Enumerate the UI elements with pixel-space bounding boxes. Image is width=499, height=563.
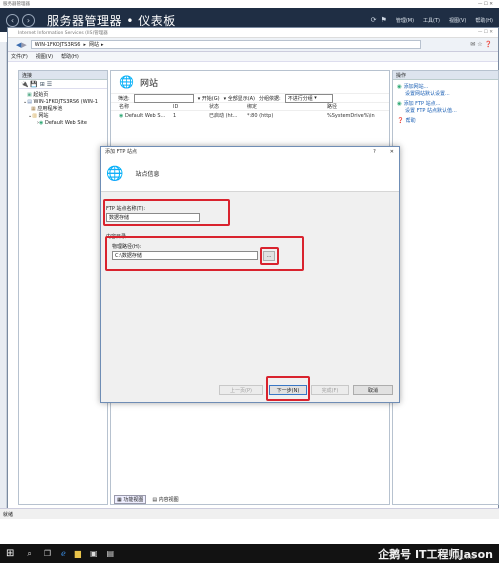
add-ftp-site-dialog: 添加 FTP 站点 ? ✕ 🌐 站点信息 FTP 站点名称(T): 数据存储 内… <box>100 146 400 403</box>
back-button[interactable]: ‹ <box>6 13 19 27</box>
toolbar-icons[interactable]: ✉ ☆ ❓ <box>470 41 492 48</box>
taskbar: ⊞ ⌕ ❐ ℯ ▆ ▣ ▤ 企鹅号 IT工程师Jason <box>0 544 499 563</box>
server-manager-icon[interactable]: ▣ <box>90 549 98 558</box>
action-add-site[interactable]: ◉ 添加网站... <box>397 83 494 91</box>
menu-help-iis[interactable]: 帮助(H) <box>61 53 79 60</box>
sites-table-header: 名称 ID 状态 绑定 路径 <box>111 103 389 111</box>
highlight-next <box>266 376 310 401</box>
menu-view[interactable]: 视图(V) <box>449 17 466 24</box>
tree-app-pools[interactable]: ▦ 应用程序池 <box>21 105 105 113</box>
connections-pane: 连接 🔌 💾 ⊞ ☰ ▣ 起始页 ⌄ ▤ WIN-1FKOJTS3RS6 (WI… <box>18 70 108 505</box>
sites-header: 🌐 网站 <box>111 71 389 93</box>
action-help[interactable]: ❓ 帮助 <box>397 117 494 125</box>
search-icon[interactable]: ⌕ <box>27 549 31 559</box>
iis-window-controls[interactable]: — ☐ ✕ <box>478 30 493 35</box>
iis-title: Internet Information Services (IIS)管理器 <box>18 30 108 36</box>
windows-start-icon[interactable]: ⊞ <box>6 548 14 559</box>
flag-icon[interactable]: ⚑ <box>381 16 387 24</box>
col-path[interactable]: 路径 <box>327 103 337 110</box>
sm-breadcrumb: 服务器管理器 • 仪表板 <box>47 13 176 28</box>
view-tabs: ▦ 功能视图 ▤ 内容视图 <box>114 495 179 504</box>
menu-help[interactable]: 帮助(H) <box>475 17 493 24</box>
iis-titlebar: Internet Information Services (IIS)管理器 —… <box>8 28 498 38</box>
tab-content-view[interactable]: ▤ 内容视图 <box>152 496 178 503</box>
col-name[interactable]: 名称 <box>119 103 173 110</box>
action-site-defaults[interactable]: 设置网站默认设置... <box>397 90 494 97</box>
actions-pane: 操作 ◉ 添加网站... 设置网站默认设置... ◉ 添加 FTP 站点... … <box>392 70 499 505</box>
menu-view-iis[interactable]: 视图(V) <box>36 53 53 60</box>
col-id[interactable]: ID <box>173 104 209 110</box>
group-label: 分组依据: <box>259 95 281 102</box>
refresh-icon[interactable]: ⟳ <box>371 16 377 24</box>
explorer-icon[interactable]: ▆ <box>75 549 81 558</box>
cell-binding: *:80 (http) <box>247 112 274 119</box>
tree-start-page[interactable]: ▣ 起始页 <box>21 91 105 99</box>
start-filter-button[interactable]: ▾ 开始(G) <box>198 95 220 102</box>
filter-input[interactable] <box>133 93 194 103</box>
address-bar: ◀ ▶ WIN-1FKOJTS3RS6 ▸ 网站 ▸ ✉ ☆ ❓ <box>8 38 498 52</box>
col-status[interactable]: 状态 <box>209 103 247 110</box>
forward-button[interactable]: › <box>22 13 35 27</box>
sm-left-strip <box>0 42 7 512</box>
tab-features-view[interactable]: ▦ 功能视图 <box>114 495 147 504</box>
help-button[interactable]: ? <box>373 149 376 155</box>
cell-path: %SystemDrive%\in <box>327 112 375 119</box>
browser-icon[interactable]: ℯ <box>61 549 66 558</box>
highlight-site-name <box>103 199 230 226</box>
filter-label: 筛选: <box>118 95 130 102</box>
cell-name: ◉ Default Web S... <box>119 112 166 119</box>
window-titlebar: 服务器管理器 — ☐ ✕ <box>0 0 499 8</box>
group-select[interactable]: 不进行分组 ▾ <box>284 93 333 103</box>
iis-menubar: 文件(F) 视图(V) 帮助(H) <box>8 52 498 62</box>
table-row[interactable]: ◉ Default Web S... 1 已启动 (ht... *:80 (ht… <box>111 111 389 120</box>
window-controls[interactable]: — ☐ ✕ <box>478 2 493 7</box>
finish-button[interactable]: 完成(F) <box>311 385 349 395</box>
filter-bar: 筛选: ▾ 开始(G) ▾ 全部显示(A) 分组依据: 不进行分组 ▾ <box>111 93 389 103</box>
cell-status: 已启动 (ht... <box>209 113 238 119</box>
status-text: 就绪 <box>3 511 14 518</box>
address-segment-sites[interactable]: 网站 <box>89 41 99 48</box>
address-segment-server[interactable]: WIN-1FKOJTS3RS6 <box>35 42 81 48</box>
show-all-button[interactable]: ▾ 全部显示(A) <box>224 95 255 102</box>
col-binding[interactable]: 绑定 <box>247 103 327 110</box>
watermark: 企鹅号 IT工程师Jason <box>378 547 493 561</box>
cancel-button[interactable]: 取消 <box>353 385 393 395</box>
dialog-titlebar: 添加 FTP 站点 ? ✕ <box>101 147 399 156</box>
highlight-browse <box>260 247 279 265</box>
address-path[interactable]: WIN-1FKOJTS3RS6 ▸ 网站 ▸ <box>30 40 421 49</box>
taskbar-date: 2021/1/18 <box>452 556 476 561</box>
tree-sites[interactable]: ⌄ ▥ 网站 <box>21 112 105 120</box>
iis-icon[interactable]: ▤ <box>107 549 115 558</box>
dialog-banner: 🌐 站点信息 <box>101 156 399 192</box>
dialog-heading: 站点信息 <box>135 171 160 178</box>
menu-manage[interactable]: 管理(M) <box>396 17 414 24</box>
sites-title: 网站 <box>139 78 158 89</box>
menu-file[interactable]: 文件(F) <box>11 53 28 60</box>
task-view-icon[interactable]: ❐ <box>44 549 51 558</box>
connections-header: 连接 <box>19 71 107 80</box>
cell-id: 1 <box>173 112 177 119</box>
tree-default-web-site[interactable]: › ◉ Default Web Site <box>21 119 105 126</box>
prev-button[interactable]: 上一页(P) <box>219 385 263 395</box>
connections-toolbar[interactable]: 🔌 💾 ⊞ ☰ <box>19 80 107 89</box>
menu-tools[interactable]: 工具(T) <box>423 17 440 24</box>
tree-server[interactable]: ⌄ ▤ WIN-1FKOJTS3RS6 (WIN-1 <box>21 98 105 105</box>
action-ftp-defaults[interactable]: 设置 FTP 站点默认值... <box>397 107 494 114</box>
globe-icon: 🌐 <box>119 75 134 89</box>
actions-header: 操作 <box>393 71 498 80</box>
status-bar: 就绪 <box>0 508 499 519</box>
globe-icon: 🌐 <box>106 165 124 182</box>
close-icon[interactable]: ✕ <box>390 149 394 155</box>
window-title: 服务器管理器 <box>3 2 30 7</box>
action-add-ftp[interactable]: ◉ 添加 FTP 站点... <box>397 100 494 108</box>
forward-icon[interactable]: ▶ <box>21 41 26 49</box>
dialog-title: 添加 FTP 站点 <box>105 149 138 155</box>
